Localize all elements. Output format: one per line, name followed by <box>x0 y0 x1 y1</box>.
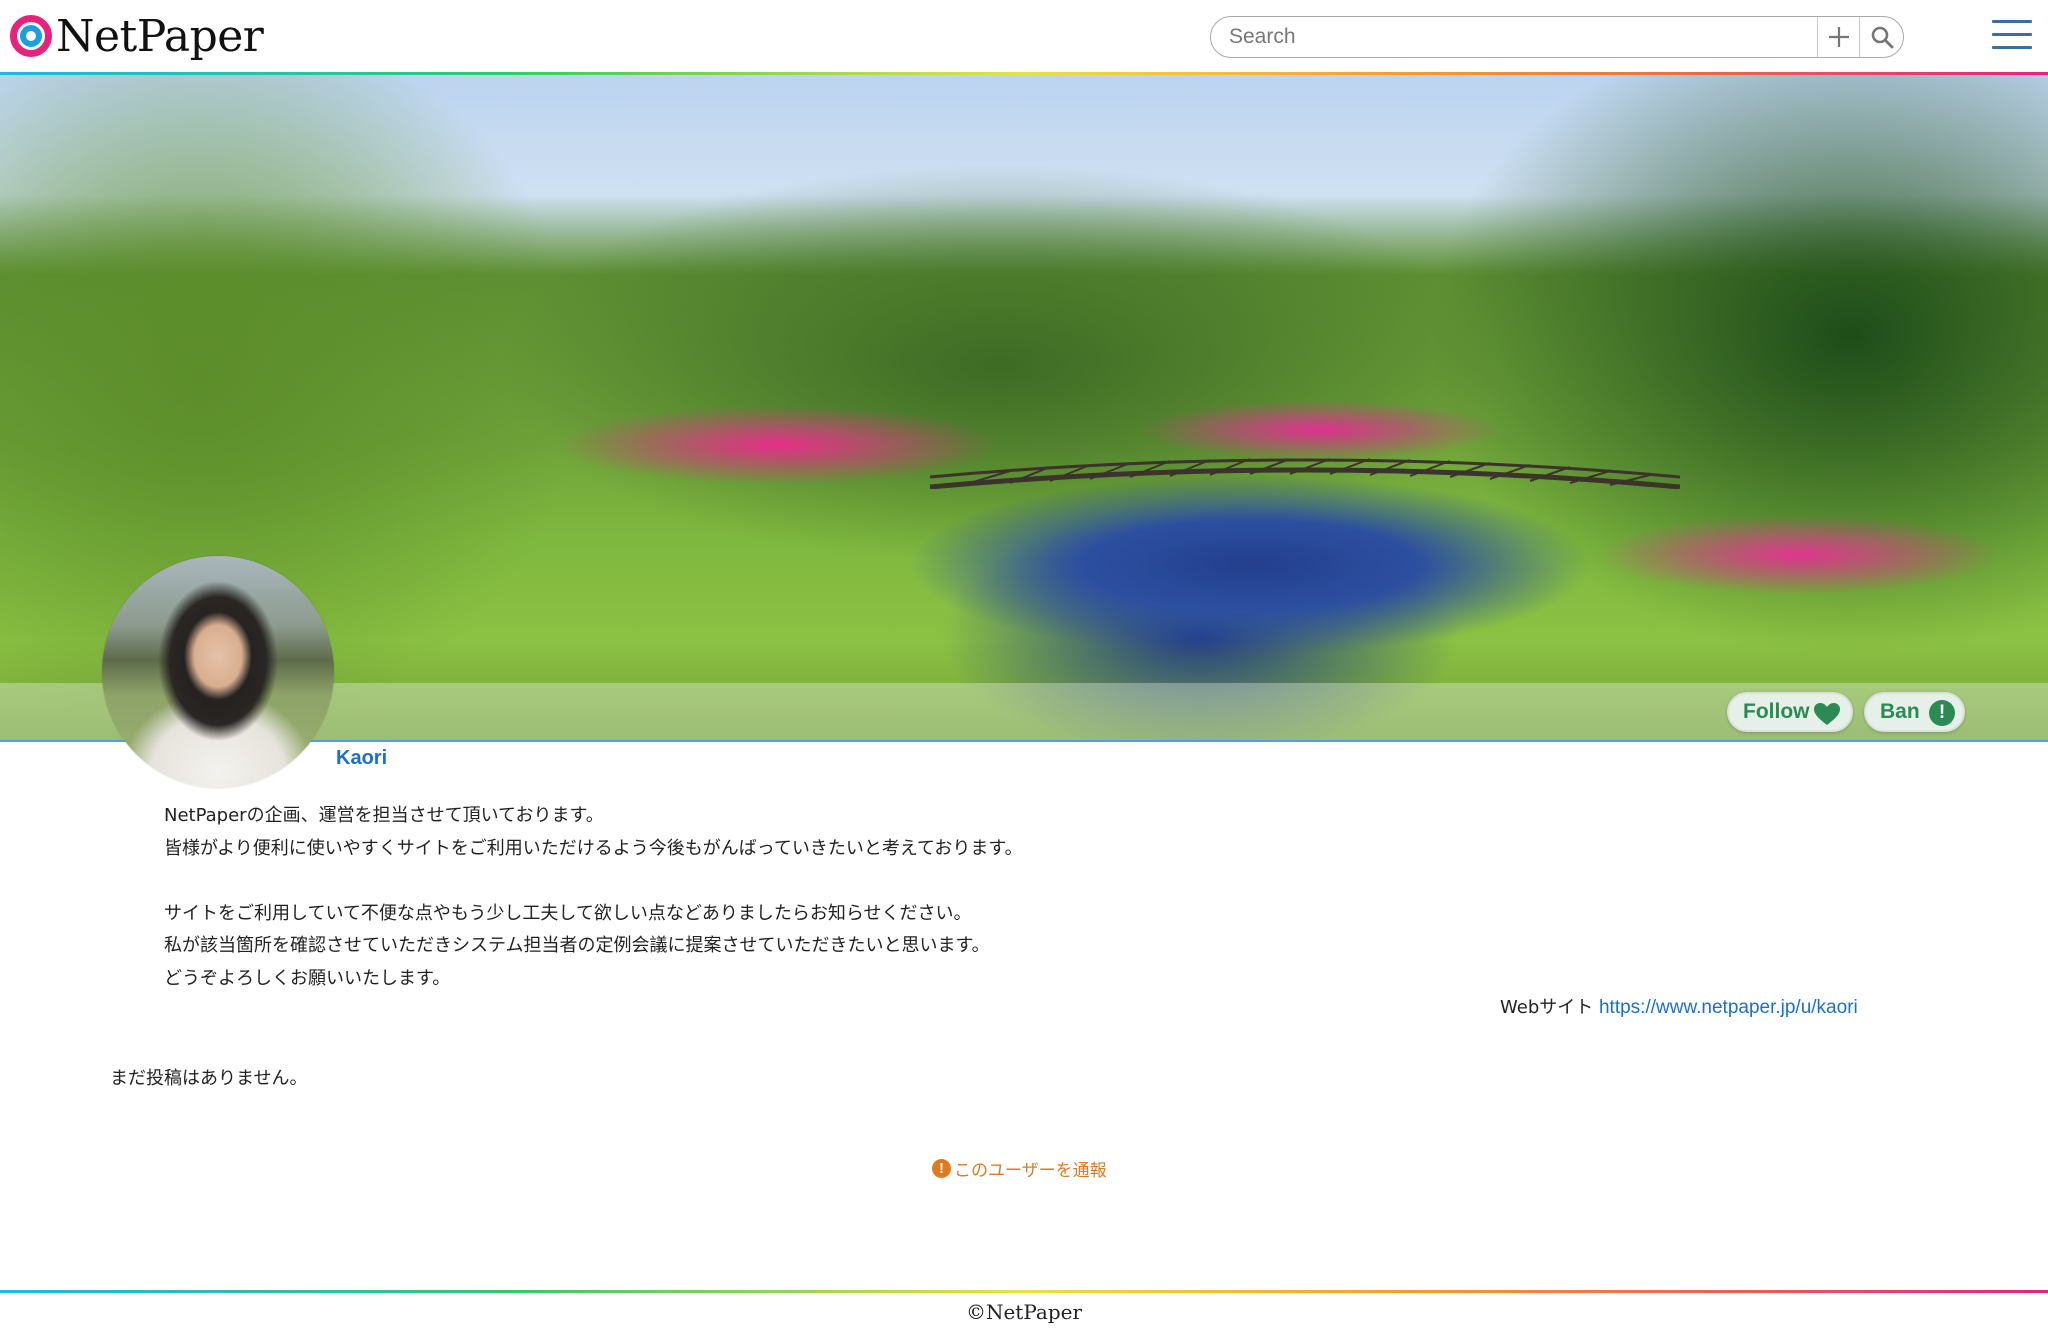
heart-icon <box>1814 703 1840 725</box>
ban-button[interactable]: Ban ! <box>1864 692 1965 732</box>
report-user-label: このユーザーを通報 <box>954 1161 1107 1181</box>
logo-text: NetPaper <box>56 10 264 62</box>
search-icon <box>1871 26 1893 49</box>
follow-label: Follow <box>1743 700 1810 723</box>
plus-icon <box>1828 27 1849 47</box>
website-label: Webサイト <box>1500 997 1594 1018</box>
bio-line: 私が該当箇所を確認させていただきシステム担当者の定例会議に提案させていただきたい… <box>164 935 990 956</box>
bridge-graphic <box>929 457 1681 490</box>
bio-line: NetPaperの企画、運営を担当させて頂いております。 <box>164 805 604 826</box>
ban-label: Ban <box>1880 700 1920 723</box>
exclamation-icon: ! <box>1929 700 1955 726</box>
exclamation-icon: ! <box>932 1159 951 1178</box>
empty-posts-message: まだ投稿はありません。 <box>110 1068 308 1089</box>
bio-blank-line <box>164 865 1564 898</box>
footer-copyright: ©NetPaper <box>965 1300 1083 1324</box>
report-user-link[interactable]: ! このユーザーを通報 <box>932 1156 1107 1181</box>
site-logo[interactable]: NetPaper <box>10 10 264 62</box>
hamburger-menu-icon[interactable] <box>1992 20 2032 52</box>
logo-ring-icon <box>10 15 52 57</box>
bio-line: サイトをご利用していて不便な点やもう少し工夫して欲しい点などありましたらお知らせ… <box>164 902 972 924</box>
profile-bio: NetPaperの企画、運営を担当させて頂いております。 皆様がより便利に使いや… <box>164 800 1564 995</box>
footer-rainbow-divider <box>0 1290 2048 1293</box>
search-bar <box>1210 16 1904 58</box>
website-link[interactable]: https://www.netpaper.jp/u/kaori <box>1599 997 1858 1018</box>
avatar[interactable] <box>102 556 334 788</box>
add-button[interactable] <box>1817 17 1859 57</box>
site-header: NetPaper <box>0 0 2048 72</box>
search-input[interactable] <box>1211 17 1815 57</box>
website-row: Webサイト https://www.netpaper.jp/u/kaori <box>1500 993 1858 1019</box>
bio-line: 皆様がより便利に使いやすくサイトをご利用いただけるよう今後もがんばっていきたいと… <box>164 837 1023 859</box>
search-button[interactable] <box>1859 17 1903 57</box>
follow-button[interactable]: Follow <box>1727 692 1853 732</box>
bio-line: どうぞよろしくお願いいたします。 <box>164 967 451 989</box>
profile-username[interactable]: Kaori <box>336 747 387 770</box>
